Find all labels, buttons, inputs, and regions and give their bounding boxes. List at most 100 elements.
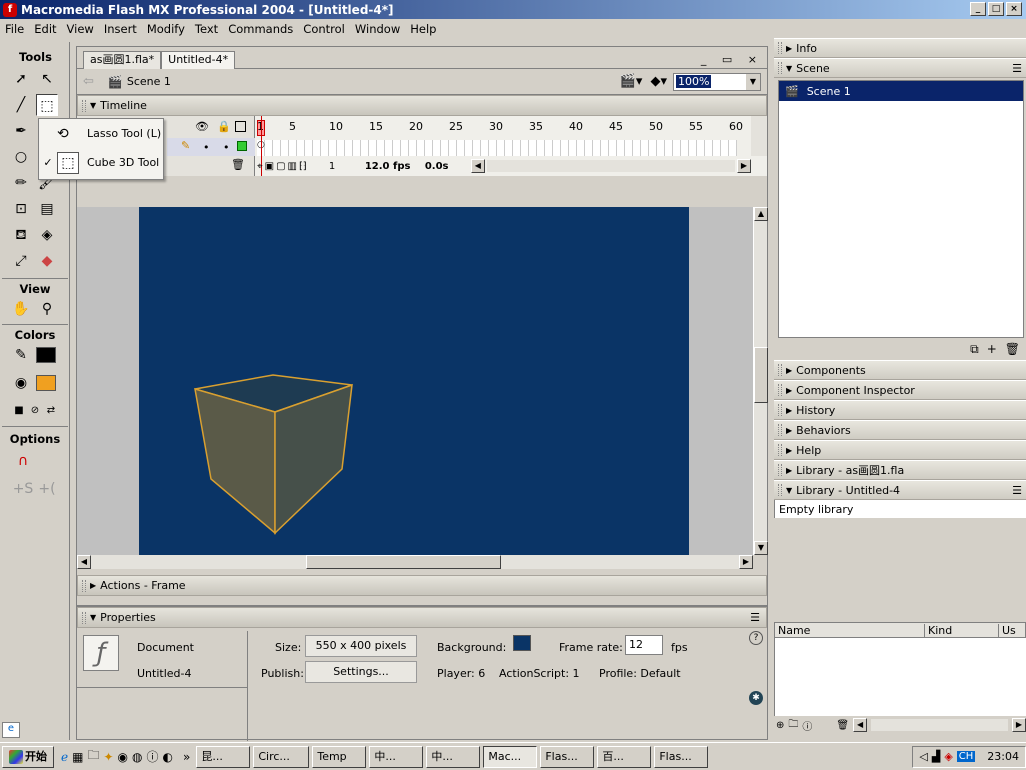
swap-colors-icon[interactable]: ⇄	[40, 400, 62, 422]
properties-icon[interactable]: ⓘ	[802, 718, 812, 733]
taskbar-item[interactable]: Circ...	[253, 745, 310, 768]
oval-tool-icon[interactable]: ○	[10, 146, 32, 168]
scroll-left-icon[interactable]: ◀	[77, 555, 91, 569]
options-menu-icon[interactable]: ☰	[1012, 62, 1022, 75]
desktop-quicklaunch-icon[interactable]: ▦	[72, 750, 83, 764]
folder-quicklaunch-icon[interactable]: 🗀	[87, 746, 99, 767]
delete-scene-icon[interactable]: 🗑	[1005, 342, 1020, 356]
new-folder-icon[interactable]: 🗀	[788, 717, 798, 734]
eye-icon[interactable]: 👁	[195, 120, 209, 133]
scroll-down-icon[interactable]: ▼	[754, 541, 768, 555]
ie-quicklaunch-icon[interactable]: ℯ	[61, 750, 68, 764]
snap-magnet-icon[interactable]: ∩	[12, 450, 34, 472]
new-symbol-icon[interactable]: ⊕	[776, 720, 784, 731]
eraser-tool-icon[interactable]: ◆	[36, 250, 58, 272]
scroll-up-icon[interactable]: ▲	[754, 207, 768, 221]
flash-quicklaunch-icon[interactable]: ✦	[103, 750, 113, 764]
stage-vscroll-thumb[interactable]	[754, 347, 768, 403]
line-tool-icon[interactable]: ╱	[10, 94, 32, 116]
timeline-scroll-right[interactable]: ▶	[737, 159, 751, 173]
antivirus-icon[interactable]: ◈	[944, 750, 952, 763]
menu-text[interactable]: Text	[190, 22, 223, 36]
hand-tool-icon[interactable]: ✋	[10, 298, 32, 320]
cube-3d-tool-icon[interactable]: ⬚	[36, 94, 58, 116]
column-kind[interactable]: Kind	[925, 623, 999, 637]
ink-bottle-tool-icon[interactable]: ⛾	[10, 224, 32, 246]
paint-bucket-tool-icon[interactable]: ◈	[36, 224, 58, 246]
library-hscroll[interactable]	[871, 719, 1008, 731]
background-color-swatch[interactable]	[513, 635, 531, 651]
stage-hscroll-thumb[interactable]	[306, 555, 501, 569]
duplicate-scene-icon[interactable]: ⧉	[970, 342, 979, 357]
dreamweaver-quicklaunch-icon[interactable]: ◐	[163, 750, 173, 764]
pencil-tool-icon[interactable]: ✏	[10, 172, 32, 194]
properties-header[interactable]: ▼ Properties ☰	[77, 607, 767, 628]
timeline-hscroll[interactable]	[486, 160, 735, 172]
stage[interactable]	[139, 207, 689, 555]
taskbar-item-active[interactable]: Mac...	[483, 745, 538, 768]
menu-edit[interactable]: Edit	[29, 22, 61, 36]
menu-modify[interactable]: Modify	[142, 22, 190, 36]
more-quicklaunch-icon[interactable]: »	[183, 750, 190, 764]
volume-icon[interactable]: ◁	[919, 750, 927, 763]
scene-list-item[interactable]: 🎬 Scene 1	[779, 81, 1023, 101]
library-scroll-right[interactable]: ▶	[1012, 718, 1026, 732]
qq-quicklaunch-icon[interactable]: ◍	[132, 750, 142, 764]
frame-ruler[interactable]: 1 5 10 15 20 25 30 35 40 45 50 55 60	[257, 120, 751, 136]
info-panel-header[interactable]: ▶ Info	[774, 38, 1026, 58]
lock-icon[interactable]: 🔒	[217, 120, 231, 133]
timeline-header[interactable]: ▼ Timeline	[77, 95, 767, 116]
back-arrow-icon[interactable]: ⇦	[83, 74, 94, 89]
tab-as-circle[interactable]: as画圆1.fla*	[83, 50, 162, 69]
timeline-vscroll[interactable]	[751, 116, 767, 156]
frame-rate-input[interactable]: 12	[625, 635, 663, 655]
pen-tool-icon[interactable]: ✒	[10, 120, 32, 142]
straighten-icon[interactable]: +(	[36, 478, 58, 500]
flyout-item-cube[interactable]: ✓ ⬚ Cube 3D Tool	[39, 148, 163, 177]
onion-markers-icon[interactable]: ⁅⁆	[299, 161, 307, 172]
info-quicklaunch-icon[interactable]: ⓘ	[147, 748, 159, 765]
onion-skin-icon[interactable]: ▣	[265, 161, 274, 172]
taskbar-item[interactable]: Temp	[312, 745, 367, 768]
menu-commands[interactable]: Commands	[223, 22, 298, 36]
eyedropper-tool-icon[interactable]: ⤢	[10, 250, 32, 272]
options-menu-icon[interactable]: ☰	[750, 611, 760, 624]
network-icon[interactable]: ▟	[932, 750, 940, 763]
add-scene-icon[interactable]: +	[987, 342, 997, 356]
component-inspector-header[interactable]: ▶ Component Inspector	[774, 380, 1026, 400]
taskbar-item[interactable]: Flas...	[540, 745, 595, 768]
options-menu-icon[interactable]: ☰	[1012, 484, 1022, 497]
fill-transform-tool-icon[interactable]: ▤	[36, 198, 58, 220]
taskbar-item[interactable]: 中...	[369, 745, 424, 768]
delete-item-icon[interactable]: 🗑	[836, 720, 849, 731]
fill-color-swatch[interactable]	[36, 375, 56, 391]
menu-view[interactable]: View	[62, 22, 99, 36]
scroll-right-icon[interactable]: ▶	[739, 555, 753, 569]
taskbar-item[interactable]: Flas...	[654, 745, 709, 768]
doc-window-controls[interactable]: _ ▭ ×	[701, 53, 763, 66]
stage-hscroll[interactable]: ◀ ▶	[77, 555, 753, 569]
ie-icon[interactable]: e	[2, 722, 20, 738]
library-untitled-panel-header[interactable]: ▼ Library - Untitled-4 ☰	[774, 480, 1026, 500]
library-scroll-left[interactable]: ◀	[853, 718, 868, 732]
center-frame-icon[interactable]: ⌖	[257, 161, 263, 172]
menu-file[interactable]: File	[0, 22, 29, 36]
zoom-tool-icon[interactable]: ⚲	[36, 298, 58, 320]
taskbar-item[interactable]: 昆...	[196, 745, 251, 768]
trash-icon[interactable]: 🗑	[231, 158, 245, 171]
edit-scene-icon[interactable]: 🎬▾	[620, 74, 643, 89]
smooth-icon[interactable]: +S	[12, 478, 34, 500]
menu-window[interactable]: Window	[350, 22, 405, 36]
history-panel-header[interactable]: ▶ History	[774, 400, 1026, 420]
outline-icon[interactable]	[235, 121, 246, 132]
free-transform-tool-icon[interactable]: ⊡	[10, 198, 32, 220]
onion-outline-icon[interactable]: ▢	[276, 161, 285, 172]
flyout-item-lasso[interactable]: ⟲ Lasso Tool (L)	[39, 119, 163, 148]
edit-multiple-frames-icon[interactable]: ▥	[288, 161, 297, 172]
layer-row[interactable]: ✎ • •	[167, 138, 255, 156]
layer-outline-color[interactable]	[237, 141, 247, 151]
actions-panel-header[interactable]: ▶ Actions - Frame	[77, 575, 767, 596]
taskbar-item[interactable]: 百...	[597, 745, 652, 768]
library-as-panel-header[interactable]: ▶ Library - as画圆1.fla	[774, 460, 1026, 480]
edit-symbols-icon[interactable]: ◆▾	[650, 74, 667, 89]
